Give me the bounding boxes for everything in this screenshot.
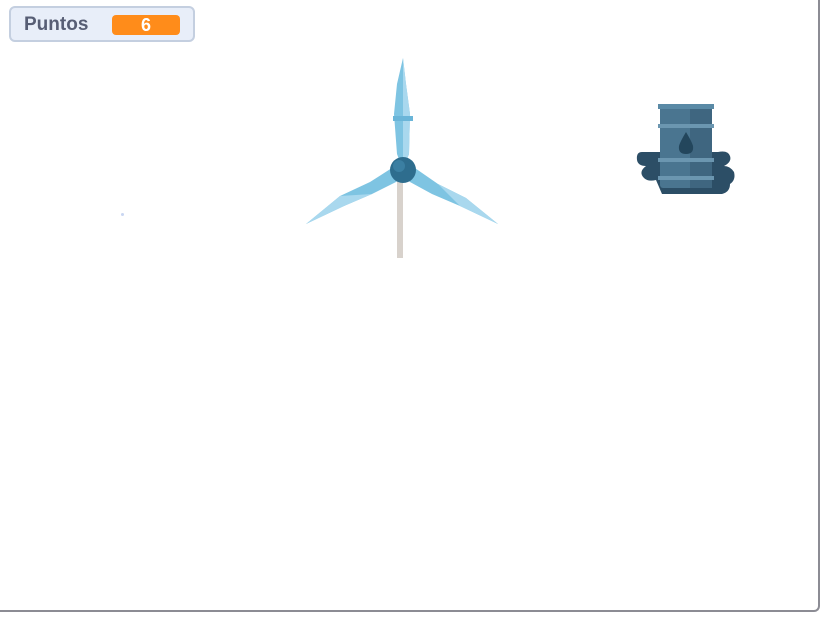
- oil-barrel-icon[interactable]: [632, 100, 738, 200]
- wind-turbine-icon[interactable]: [300, 54, 506, 260]
- barrel-body-shade: [690, 106, 712, 188]
- score-monitor: Puntos 6: [9, 6, 195, 42]
- turbine-blade-top-shade: [403, 58, 410, 170]
- turbine-blade-top-band: [393, 116, 413, 121]
- barrel-band-2: [658, 158, 714, 162]
- turbine-blade-right-shade: [438, 184, 498, 224]
- barrel-band-1: [658, 124, 714, 128]
- small-dot-sprite: [121, 213, 124, 216]
- score-label: Puntos: [24, 13, 89, 35]
- turbine-blade-left-shade: [306, 194, 372, 224]
- score-value: 6: [112, 15, 180, 35]
- game-stage[interactable]: Puntos 6: [0, 0, 820, 612]
- turbine-hub-highlight: [393, 160, 405, 172]
- turbine-pole: [397, 170, 403, 258]
- barrel-top-rim: [658, 104, 714, 109]
- barrel-band-3: [658, 176, 714, 180]
